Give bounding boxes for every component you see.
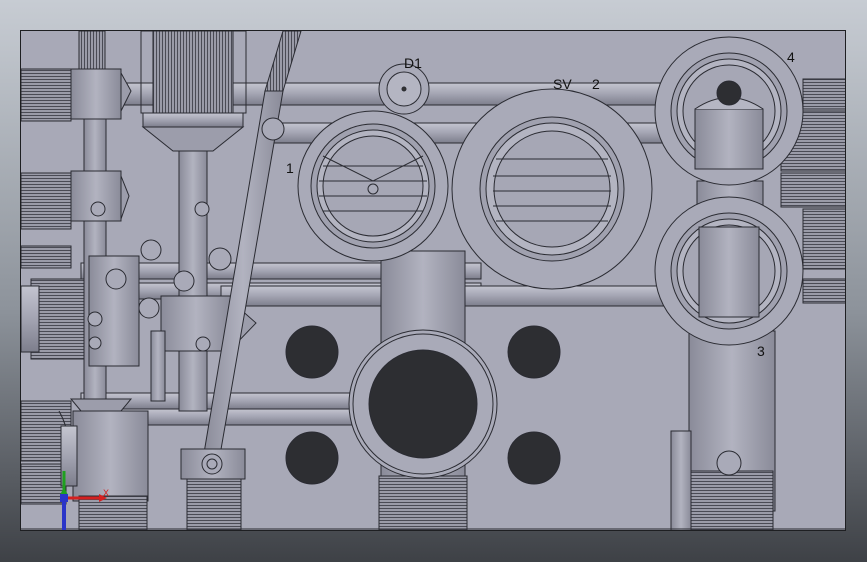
label-sv: SV xyxy=(553,76,572,92)
x-axis-label: X xyxy=(103,488,109,498)
port-4 xyxy=(654,36,804,186)
central-bore xyxy=(348,329,498,479)
manifold-drawing: D1 SV 2 1 4 3 X Z xyxy=(21,31,845,530)
label-2: 2 xyxy=(592,76,600,92)
model-viewport[interactable]: D1 SV 2 1 4 3 X Z xyxy=(20,30,846,531)
label-d1: D1 xyxy=(404,55,422,71)
port-sv-2 xyxy=(451,88,653,290)
d1-port xyxy=(378,63,430,115)
label-4: 4 xyxy=(787,49,795,65)
label-3: 3 xyxy=(757,343,765,359)
label-1: 1 xyxy=(286,160,294,176)
port-3 xyxy=(654,196,804,346)
